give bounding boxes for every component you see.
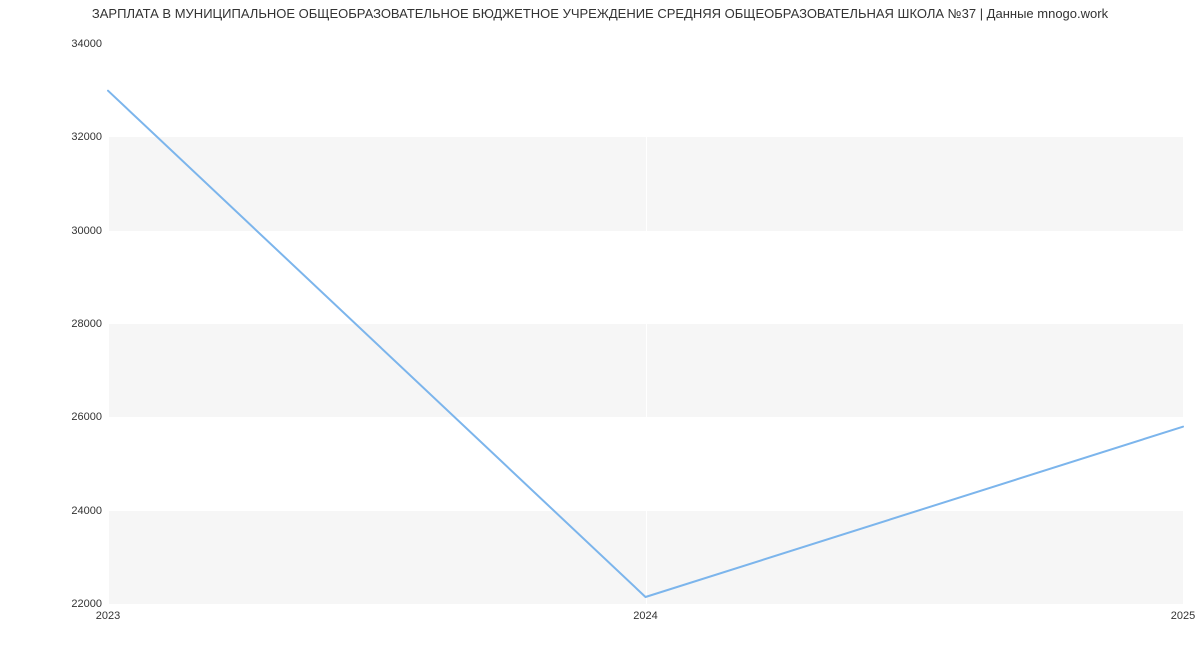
y-tick-label: 24000 (22, 505, 102, 517)
chart-title: ЗАРПЛАТА В МУНИЦИПАЛЬНОЕ ОБЩЕОБРАЗОВАТЕЛ… (92, 6, 1108, 21)
x-tick-label: 2024 (633, 610, 657, 622)
y-tick-label: 28000 (22, 318, 102, 330)
y-tick-label: 22000 (22, 598, 102, 610)
y-tick-label: 34000 (22, 38, 102, 50)
chart-container: ЗАРПЛАТА В МУНИЦИПАЛЬНОЕ ОБЩЕОБРАЗОВАТЕЛ… (0, 0, 1200, 650)
y-tick-label: 32000 (22, 131, 102, 143)
series-line (108, 91, 1183, 597)
chart-line-layer (108, 44, 1183, 604)
y-tick-label: 30000 (22, 225, 102, 237)
plot-area (108, 44, 1183, 604)
x-tick-label: 2023 (96, 610, 120, 622)
x-tick-label: 2025 (1171, 610, 1195, 622)
y-tick-label: 26000 (22, 411, 102, 423)
grid-vline (1183, 44, 1184, 604)
